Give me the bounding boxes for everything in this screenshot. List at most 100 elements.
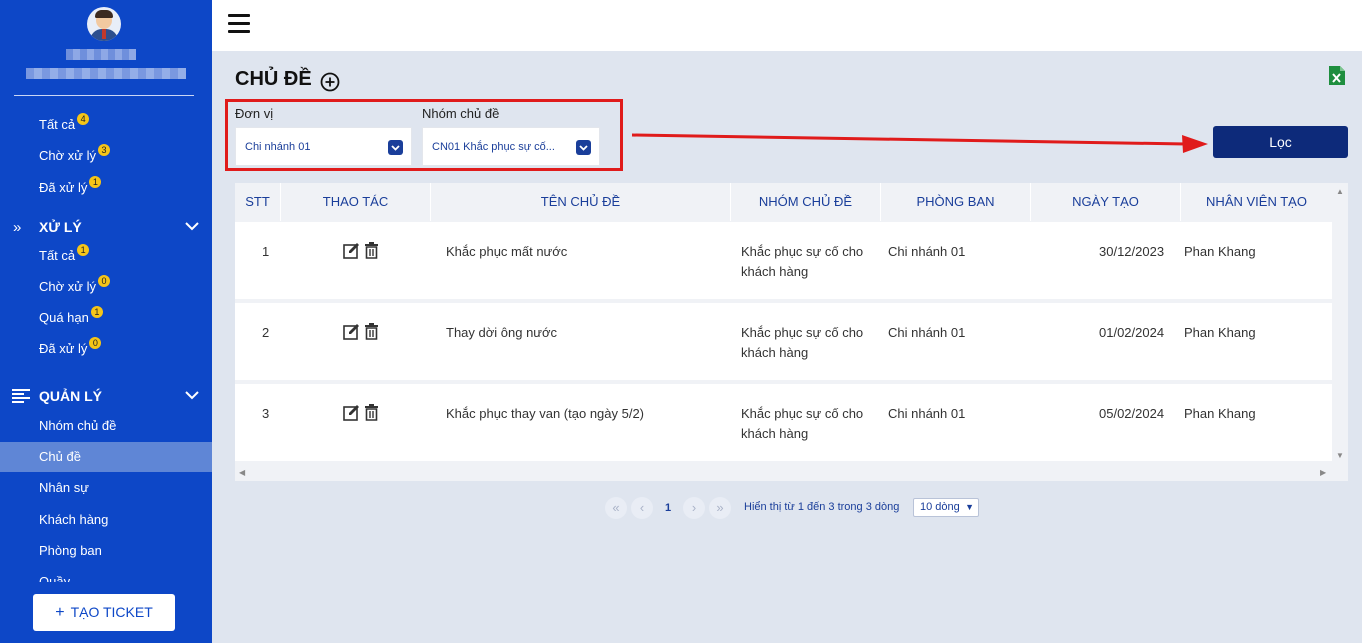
create-ticket-button[interactable]: + TẠO TICKET (33, 594, 175, 631)
cell-topic-group: Khắc phục sự cố cho khách hàng (741, 406, 864, 441)
sidebar-item-staff[interactable]: Nhân sự (39, 480, 89, 495)
add-circle-icon[interactable] (320, 72, 340, 92)
topic-group-select[interactable]: CN01 Khắc phục sự cố... (422, 127, 600, 166)
row-actions (343, 323, 383, 341)
scroll-right-icon[interactable]: ▶ (1320, 468, 1326, 477)
excel-export-icon[interactable] (1329, 66, 1345, 85)
pagination-first-button[interactable]: « (605, 497, 627, 519)
sidebar-divider (14, 95, 194, 96)
red-arrow-annotation (631, 133, 1208, 153)
top-bar (212, 0, 1362, 51)
edit-icon[interactable] (343, 242, 360, 259)
pagination-info: Hiển thị từ 1 đến 3 trong 3 dòng (744, 501, 900, 513)
count-badge: 1 (90, 306, 103, 318)
page-size-select[interactable]: 10 dòng ▼ (913, 498, 979, 517)
vertical-scrollbar[interactable]: ▲ ▼ (1332, 183, 1348, 465)
section-manage-label: QUẢN LÝ (39, 388, 102, 404)
sidebar-item-process-pending[interactable]: Chờ xử lý 0 (39, 275, 110, 294)
cell-creator: Phan Khang (1184, 244, 1256, 259)
cell-created-date: 05/02/2024 (1099, 406, 1165, 421)
edit-icon[interactable] (343, 404, 360, 421)
user-name-blurred (66, 49, 136, 60)
sidebar-item-topic-group[interactable]: Nhóm chủ đề (39, 418, 116, 433)
count-badge: 0 (89, 337, 102, 349)
column-header-topic-group[interactable]: NHÓM CHỦ ĐỀ (731, 183, 881, 221)
section-manage[interactable]: QUẢN LÝ (0, 386, 212, 406)
user-email-blurred (26, 68, 186, 79)
scroll-up-icon[interactable]: ▲ (1336, 187, 1344, 196)
cell-stt: 3 (262, 406, 270, 421)
page-title: CHỦ ĐỀ (235, 68, 312, 90)
section-process-label: XỬ LÝ (39, 219, 82, 235)
pagination-next-button[interactable]: › (683, 497, 705, 519)
topic-group-filter-label: Nhóm chủ đề (422, 106, 500, 121)
list-icon (12, 389, 30, 403)
count-badge: 4 (77, 113, 90, 125)
filter-button[interactable]: Lọc (1213, 126, 1348, 158)
table-row[interactable]: 1 Khắc phục mất nước Khắc phục sự cố cho… (235, 222, 1332, 299)
plus-icon: + (55, 604, 65, 621)
user-avatar[interactable] (87, 7, 121, 41)
delete-icon[interactable] (364, 323, 379, 340)
unit-filter-label: Đơn vị (235, 106, 274, 121)
cell-topic-name: Khắc phục mất nước (446, 244, 568, 259)
cell-topic-name: Thay dời ông nước (446, 325, 558, 340)
chevron-down-icon: ▼ (965, 502, 974, 512)
cell-stt: 2 (262, 325, 270, 340)
table-row[interactable]: 2 Thay dời ông nước Khắc phục sự cố cho k… (235, 303, 1332, 380)
column-header-creator[interactable]: NHÂN VIÊN TẠO (1181, 183, 1332, 221)
cell-creator: Phan Khang (1184, 325, 1256, 340)
column-header-actions[interactable]: THAO TÁC (281, 183, 431, 221)
cell-topic-name: Khắc phục thay van (tạo ngày 5/2) (446, 406, 645, 421)
edit-icon[interactable] (343, 323, 360, 340)
sidebar-item-counter[interactable]: Quầy (39, 574, 70, 582)
cell-stt: 1 (262, 244, 270, 259)
cell-topic-group: Khắc phục sự cố cho khách hàng (741, 244, 864, 279)
sidebar: Tất cả 4 Chờ xử lý 3 Đã xử lý 1 » XỬ LÝ Tất… (0, 0, 212, 643)
sidebar-item-all[interactable]: Tất cả 4 (39, 113, 90, 132)
cell-created-date: 01/02/2024 (1099, 325, 1165, 340)
chevron-down-icon (388, 140, 403, 155)
hamburger-menu-icon[interactable] (228, 14, 250, 34)
horizontal-scrollbar[interactable]: ◀ ▶ (235, 465, 1332, 481)
column-header-department[interactable]: PHÒNG BAN (881, 183, 1031, 221)
sidebar-active-highlight (0, 442, 212, 472)
row-actions (343, 242, 383, 260)
chevron-down-icon[interactable] (184, 388, 200, 402)
pagination-last-button[interactable]: » (709, 497, 731, 519)
column-header-stt[interactable]: STT (235, 183, 281, 221)
column-header-topic-name[interactable]: TÊN CHỦ ĐỀ (431, 183, 731, 221)
cell-created-date: 30/12/2023 (1099, 244, 1165, 259)
row-actions (343, 404, 383, 422)
section-process[interactable]: » XỬ LÝ (0, 217, 212, 237)
topics-table: STT THAO TÁC TÊN CHỦ ĐỀ NHÓM CHỦ ĐỀ PHÒN… (235, 183, 1348, 481)
column-header-created-date[interactable]: NGÀY TẠO (1031, 183, 1181, 221)
scroll-down-icon[interactable]: ▼ (1336, 451, 1344, 460)
chevron-down-icon (576, 140, 591, 155)
sidebar-item-topic[interactable]: Chủ đề (39, 449, 81, 464)
pagination-current-page[interactable]: 1 (657, 497, 679, 519)
unit-select[interactable]: Chi nhánh 01 (235, 127, 412, 166)
delete-icon[interactable] (364, 242, 379, 259)
scroll-left-icon[interactable]: ◀ (239, 468, 245, 477)
sidebar-item-customer[interactable]: Khách hàng (39, 512, 108, 527)
pagination-prev-button[interactable]: ‹ (631, 497, 653, 519)
chevron-down-icon[interactable] (184, 219, 200, 233)
cell-creator: Phan Khang (1184, 406, 1256, 421)
sidebar-item-process-done[interactable]: Đã xử lý 0 (39, 337, 102, 356)
sidebar-item-done[interactable]: Đã xử lý 1 (39, 176, 102, 195)
cell-department: Chi nhánh 01 (888, 244, 966, 259)
table-row[interactable]: 3 Khắc phục thay van (tạo ngày 5/2) Khắc… (235, 384, 1332, 461)
count-badge: 1 (89, 176, 102, 188)
count-badge: 0 (97, 275, 110, 287)
sidebar-item-pending[interactable]: Chờ xử lý 3 (39, 144, 110, 163)
table-header: STT THAO TÁC TÊN CHỦ ĐỀ NHÓM CHỦ ĐỀ PHÒN… (235, 183, 1332, 221)
sidebar-item-process-all[interactable]: Tất cả 1 (39, 244, 90, 263)
count-badge: 1 (77, 244, 90, 256)
cell-department: Chi nhánh 01 (888, 325, 966, 340)
sidebar-item-department[interactable]: Phòng ban (39, 543, 102, 558)
double-chevron-right-icon: » (13, 219, 22, 236)
count-badge: 3 (97, 144, 110, 156)
sidebar-item-process-overdue[interactable]: Quá hạn 1 (39, 306, 103, 325)
delete-icon[interactable] (364, 404, 379, 421)
